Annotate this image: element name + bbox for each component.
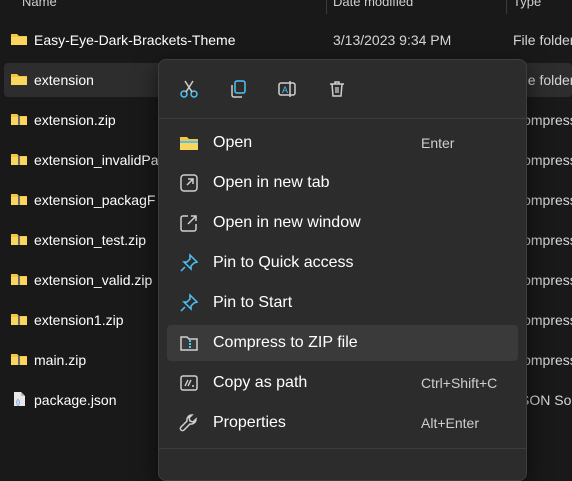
menu-item-label: Copy as path bbox=[213, 374, 308, 391]
context-menu: A Open Enter Open in new tab Open in new… bbox=[158, 59, 527, 481]
rename-icon: A bbox=[278, 81, 296, 97]
svg-text:{}: {} bbox=[16, 400, 20, 406]
menu-item-label: Compress to ZIP file bbox=[213, 334, 358, 351]
menu-divider bbox=[159, 118, 526, 119]
column-name-header[interactable]: Name bbox=[22, 0, 57, 9]
file-date: 3/13/2023 9:34 PM bbox=[333, 32, 452, 48]
zip-folder-icon bbox=[11, 154, 27, 165]
file-name: extension_test.zip bbox=[34, 232, 147, 248]
menu-divider bbox=[159, 448, 526, 449]
rename-button[interactable]: A bbox=[275, 77, 299, 101]
column-divider[interactable] bbox=[326, 0, 327, 14]
menu-item-label: Open bbox=[213, 134, 253, 151]
zip-folder-icon bbox=[11, 234, 27, 245]
delete-icon bbox=[330, 81, 344, 97]
menu-item-shortcut: Enter bbox=[421, 135, 455, 151]
file-name: extension_valid.zip bbox=[34, 272, 153, 288]
file-name: main.zip bbox=[34, 352, 87, 368]
menu-item-open-new-window[interactable]: Open in new window bbox=[167, 205, 518, 241]
file-row[interactable]: Easy-Eye-Dark-Brackets-Theme 3/13/2023 9… bbox=[0, 20, 572, 60]
file-name: extension_invalidPa bbox=[34, 152, 159, 168]
cut-icon bbox=[180, 80, 198, 98]
zip-compress-icon bbox=[180, 336, 198, 351]
zip-folder-icon bbox=[11, 274, 27, 285]
copy-button[interactable] bbox=[226, 77, 250, 101]
column-date-header[interactable]: Date modified bbox=[333, 0, 413, 9]
new-tab-icon bbox=[180, 174, 198, 192]
column-divider[interactable] bbox=[506, 0, 507, 14]
pin-icon bbox=[180, 253, 199, 272]
file-name: Easy-Eye-Dark-Brackets-Theme bbox=[34, 32, 236, 48]
json-file-icon: {} bbox=[14, 392, 25, 406]
menu-item-pin-quick-access[interactable]: Pin to Quick access bbox=[167, 245, 518, 281]
menu-item-shortcut: Ctrl+Shift+C bbox=[421, 375, 498, 391]
file-name: extension.zip bbox=[34, 112, 116, 128]
column-type-header[interactable]: Type bbox=[513, 0, 541, 9]
file-name: extension1.zip bbox=[34, 312, 124, 328]
delete-button[interactable] bbox=[325, 77, 349, 101]
folder-icon bbox=[11, 74, 27, 85]
menu-item-label: Open in new window bbox=[213, 214, 361, 231]
copy-icon bbox=[231, 80, 246, 98]
menu-item-label: Open in new tab bbox=[213, 174, 330, 191]
menu-item-copy-as-path[interactable]: Copy as path Ctrl+Shift+C bbox=[167, 365, 518, 401]
zip-folder-icon bbox=[11, 114, 27, 125]
menu-item-label: Properties bbox=[213, 414, 286, 431]
menu-item-open-new-tab[interactable]: Open in new tab bbox=[167, 165, 518, 201]
file-name: extension bbox=[34, 72, 94, 88]
svg-text:A: A bbox=[282, 85, 288, 95]
folder-open-icon bbox=[180, 137, 198, 150]
zip-folder-icon bbox=[11, 314, 27, 325]
copy-path-icon bbox=[180, 375, 198, 391]
menu-item-label: Pin to Start bbox=[213, 294, 293, 311]
file-name: package.json bbox=[34, 392, 117, 408]
cut-button[interactable] bbox=[177, 77, 201, 101]
pin-icon bbox=[180, 293, 199, 312]
menu-item-properties[interactable]: Properties Alt+Enter bbox=[167, 405, 518, 441]
file-name: extension_packagF bbox=[34, 192, 156, 208]
new-window-icon bbox=[180, 215, 197, 232]
menu-item-label: Pin to Quick access bbox=[213, 254, 354, 271]
folder-icon bbox=[11, 34, 27, 45]
wrench-icon bbox=[179, 414, 197, 432]
menu-item-shortcut: Alt+Enter bbox=[421, 415, 479, 431]
column-header: Name Date modified Type bbox=[0, 0, 572, 14]
menu-item-compress-zip[interactable]: Compress to ZIP file bbox=[167, 325, 518, 361]
zip-folder-icon bbox=[11, 194, 27, 205]
menu-item-pin-start[interactable]: Pin to Start bbox=[167, 285, 518, 321]
zip-folder-icon bbox=[11, 354, 27, 365]
menu-item-open[interactable]: Open Enter bbox=[167, 125, 518, 161]
file-type: File folder bbox=[513, 32, 572, 48]
